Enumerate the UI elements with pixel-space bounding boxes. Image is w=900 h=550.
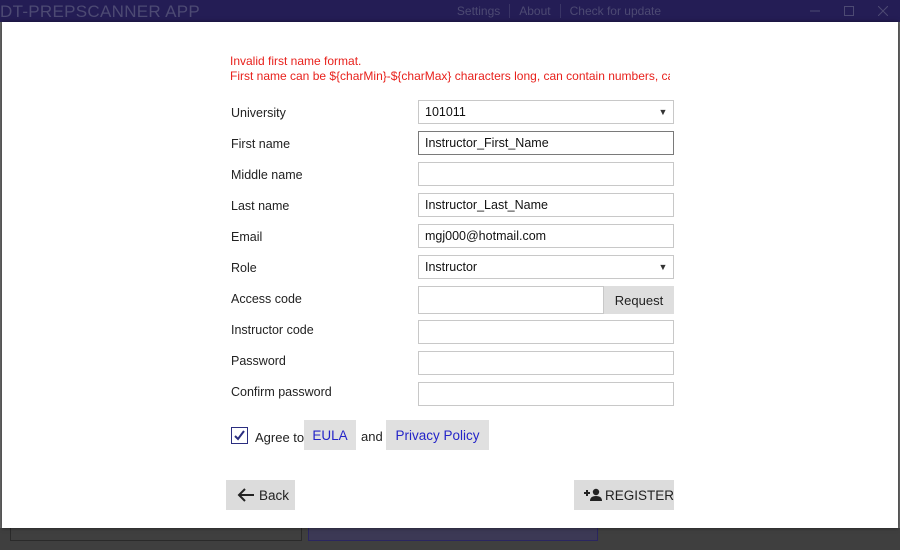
university-select[interactable]: 101011 ▼ xyxy=(418,100,674,124)
app-title: DT-PREPSCANNER APP xyxy=(0,2,201,21)
confirm-password-field[interactable] xyxy=(418,382,674,406)
chevron-down-icon: ▼ xyxy=(658,262,668,272)
university-label: University xyxy=(231,106,286,120)
role-value: Instructor xyxy=(425,260,478,274)
access-code-label: Access code xyxy=(231,292,302,306)
first-name-value: Instructor_First_Name xyxy=(425,136,549,150)
email-label: Email xyxy=(231,230,263,244)
last-name-value: Instructor_Last_Name xyxy=(425,198,548,212)
error-line-2: First name can be ${charMin}-${charMax} … xyxy=(230,69,670,83)
close-icon[interactable] xyxy=(866,0,900,22)
email-value: mgj000@hotmail.com xyxy=(425,229,547,243)
instructor-code-field[interactable] xyxy=(418,320,674,344)
registration-dialog: Invalid first name format. First name ca… xyxy=(2,22,898,528)
first-name-field[interactable]: Instructor_First_Name xyxy=(418,131,674,155)
title-bar: DT-PREPSCANNER APP Settings About Check … xyxy=(0,0,900,22)
last-name-field[interactable]: Instructor_Last_Name xyxy=(418,193,674,217)
first-name-label: First name xyxy=(231,137,291,151)
university-value: 101011 xyxy=(425,105,466,119)
request-button[interactable]: Request xyxy=(604,286,674,314)
middle-name-field[interactable] xyxy=(418,162,674,186)
error-line-1: Invalid first name format. xyxy=(230,54,362,68)
chevron-down-icon: ▼ xyxy=(658,107,668,117)
window-controls xyxy=(798,0,900,22)
error-message: Invalid first name format. First name ca… xyxy=(230,54,670,84)
register-button[interactable]: REGISTER xyxy=(574,480,674,510)
role-label: Role xyxy=(231,261,257,275)
register-label: REGISTER xyxy=(604,487,674,503)
email-field[interactable]: mgj000@hotmail.com xyxy=(418,224,674,248)
eula-link[interactable]: EULA xyxy=(304,420,356,450)
middle-name-label: Middle name xyxy=(231,168,303,182)
arrow-left-icon xyxy=(233,488,259,502)
background-panel-left xyxy=(10,528,302,541)
back-label: Back xyxy=(259,487,290,503)
menu-about[interactable]: About xyxy=(509,4,559,18)
minimize-icon[interactable] xyxy=(798,0,832,22)
instructor-code-label: Instructor code xyxy=(231,323,314,337)
privacy-policy-link[interactable]: Privacy Policy xyxy=(386,420,489,450)
menu-settings[interactable]: Settings xyxy=(448,4,509,18)
confirm-password-label: Confirm password xyxy=(231,385,332,399)
back-button[interactable]: Back xyxy=(226,480,295,510)
checkmark-icon xyxy=(234,430,245,441)
password-label: Password xyxy=(231,354,286,368)
last-name-label: Last name xyxy=(231,199,290,213)
menu-check-update[interactable]: Check for update xyxy=(559,4,670,18)
add-user-icon xyxy=(582,488,605,502)
background-panel-right xyxy=(308,528,598,541)
maximize-icon[interactable] xyxy=(832,0,866,22)
password-field[interactable] xyxy=(418,351,674,375)
title-menu: Settings About Check for update xyxy=(448,4,670,18)
agree-text: Agree to xyxy=(255,430,305,445)
access-code-field[interactable] xyxy=(418,286,604,314)
role-select[interactable]: Instructor ▼ xyxy=(418,255,674,279)
and-text: and xyxy=(361,429,383,444)
agree-checkbox[interactable] xyxy=(231,427,248,444)
